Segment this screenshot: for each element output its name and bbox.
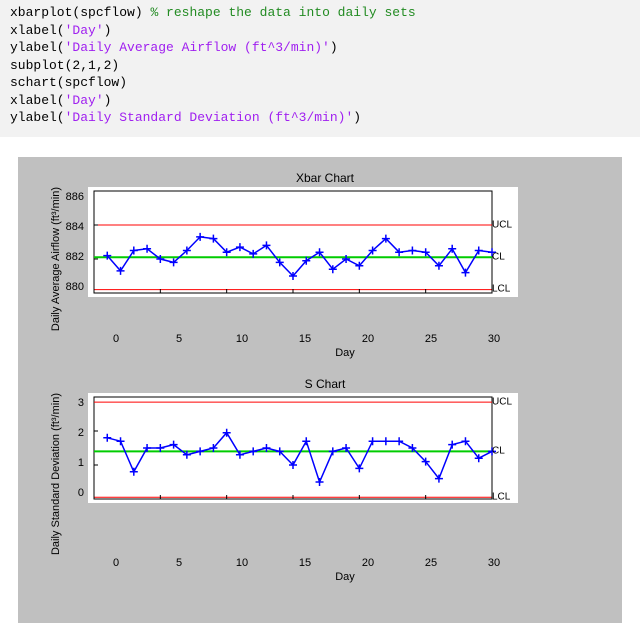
s-chart-panel: S Chart Daily Standard Deviation (ft³/mi… — [46, 377, 604, 583]
chart-title: S Chart — [46, 377, 604, 391]
code-token: schart(spcflow) — [10, 75, 127, 90]
x-axis-label: Day — [86, 347, 604, 359]
code-comment: % reshape the data into daily sets — [150, 5, 415, 20]
x-axis-ticks: 051015202530 — [100, 557, 530, 569]
code-block: xbarplot(spcflow) % reshape the data int… — [0, 0, 640, 137]
code-string: 'Day' — [65, 93, 104, 108]
code-token: xbarplot(spcflow) — [10, 5, 150, 20]
figure-window: Xbar Chart Daily Average Airflow (ft³/mi… — [18, 157, 622, 623]
code-token: ) — [353, 110, 361, 125]
x-axis-label: Day — [86, 571, 604, 583]
code-token: ) — [330, 40, 338, 55]
xbar-chart-panel: Xbar Chart Daily Average Airflow (ft³/mi… — [46, 171, 604, 359]
code-token: ylabel( — [10, 40, 65, 55]
y-axis-ticks: 886884882880 — [62, 187, 88, 297]
y-axis-label: Daily Average Airflow (ft³/min) — [46, 187, 62, 331]
y-axis-ticks: 3210 — [62, 393, 88, 503]
plot-canvas — [88, 187, 518, 297]
code-string: 'Daily Average Airflow (ft^3/min)' — [65, 40, 330, 55]
code-string: 'Daily Standard Deviation (ft^3/min)' — [65, 110, 354, 125]
plot-canvas — [88, 393, 518, 503]
code-token: subplot(2,1,2) — [10, 58, 119, 73]
code-token: ) — [104, 93, 112, 108]
chart-title: Xbar Chart — [46, 171, 604, 185]
code-token: xlabel( — [10, 93, 65, 108]
code-string: 'Day' — [65, 23, 104, 38]
code-token: xlabel( — [10, 23, 65, 38]
x-axis-ticks: 051015202530 — [100, 333, 530, 345]
code-token: ylabel( — [10, 110, 65, 125]
y-axis-label: Daily Standard Deviation (ft³/min) — [46, 393, 62, 555]
code-token: ) — [104, 23, 112, 38]
